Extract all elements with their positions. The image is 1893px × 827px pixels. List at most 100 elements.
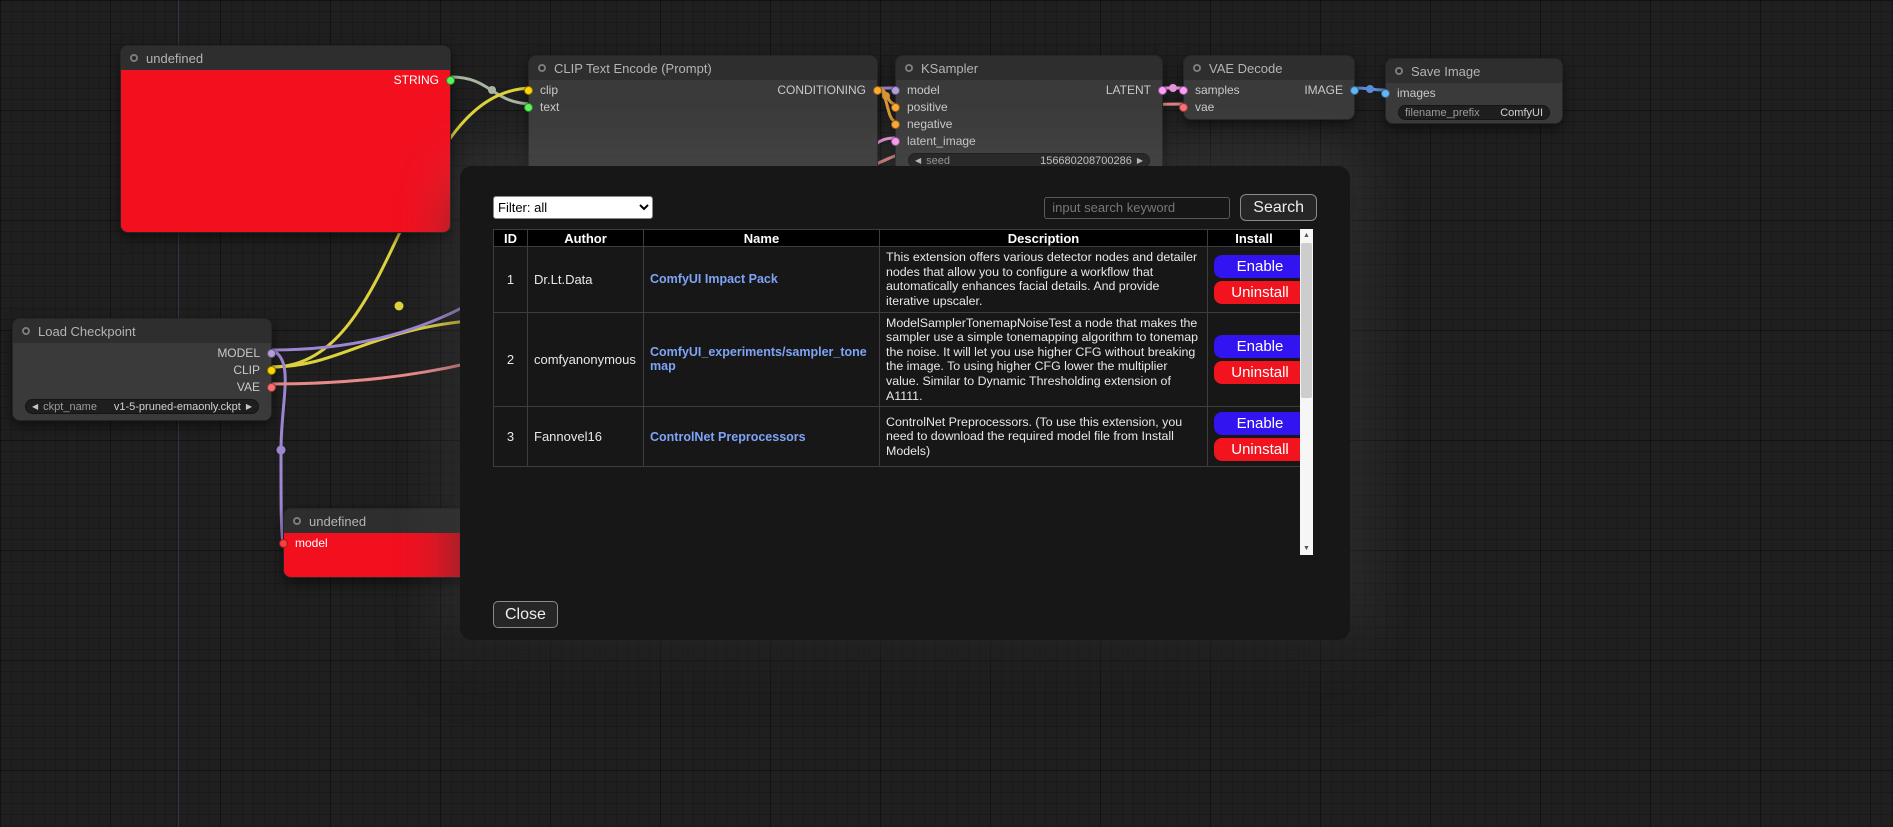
node-title: undefined xyxy=(146,51,203,66)
cell-description: ModelSamplerTonemapNoiseTest a node that… xyxy=(880,312,1208,407)
output-label-image: IMAGE xyxy=(1304,82,1343,99)
input-slot-positive[interactable] xyxy=(891,103,900,112)
widget-name: seed xyxy=(926,155,950,167)
node-undefined-top[interactable]: undefined STRING xyxy=(120,45,451,233)
widget-value: v1-5-pruned-emaonly.ckpt xyxy=(102,401,241,413)
enable-button[interactable]: Enable xyxy=(1214,255,1306,278)
node-title: CLIP Text Encode (Prompt) xyxy=(554,61,712,76)
output-slot-latent[interactable] xyxy=(1158,86,1167,95)
node-save-image[interactable]: Save Image images filename_prefix ComfyU… xyxy=(1385,58,1563,124)
scrollbar-thumb[interactable] xyxy=(1301,243,1312,398)
output-slot-conditioning[interactable] xyxy=(873,86,882,95)
scrollbar[interactable]: ▲ ▼ xyxy=(1300,229,1313,555)
output-label-vae: VAE xyxy=(237,379,260,396)
node-load-checkpoint[interactable]: Load Checkpoint MODEL CLIP VAE ◀ ckpt_na… xyxy=(12,318,272,421)
input-slot-model[interactable] xyxy=(891,86,900,95)
output-label-model: MODEL xyxy=(217,345,260,362)
input-label-text: text xyxy=(540,99,559,116)
cell-id: 1 xyxy=(494,247,528,313)
widget-name: ckpt_name xyxy=(43,401,97,413)
output-slot-clip[interactable] xyxy=(267,366,276,375)
extension-link[interactable]: ComfyUI_experiments/sampler_tonemap xyxy=(644,312,880,407)
node-title-bar[interactable]: CLIP Text Encode (Prompt) xyxy=(529,56,877,80)
node-title-bar[interactable]: KSampler xyxy=(896,56,1162,80)
output-label-clip: CLIP xyxy=(233,362,260,379)
collapse-dot-icon[interactable] xyxy=(22,327,30,335)
node-body: samples IMAGE vae xyxy=(1184,80,1354,119)
output-slot-model[interactable] xyxy=(267,349,276,358)
node-title-bar[interactable]: undefined xyxy=(121,46,450,70)
collapse-dot-icon[interactable] xyxy=(538,64,546,72)
extension-link[interactable]: ComfyUI Impact Pack xyxy=(644,247,880,313)
node-title-bar[interactable]: Save Image xyxy=(1386,59,1562,83)
input-slot-images[interactable] xyxy=(1381,89,1390,98)
output-slot-string[interactable] xyxy=(446,76,455,85)
input-slot-clip[interactable] xyxy=(524,86,533,95)
node-undefined-bottom[interactable]: undefined model xyxy=(283,508,473,578)
input-slot-samples[interactable] xyxy=(1179,86,1188,95)
search-button[interactable]: Search xyxy=(1240,194,1317,221)
collapse-dot-icon[interactable] xyxy=(1395,67,1403,75)
ckpt-name-widget[interactable]: ◀ ckpt_name v1-5-pruned-emaonly.ckpt ▶ xyxy=(25,399,259,414)
node-title-bar[interactable]: undefined xyxy=(284,509,472,533)
cell-author: comfyanonymous xyxy=(528,312,644,407)
collapse-dot-icon[interactable] xyxy=(905,64,913,72)
collapse-dot-icon[interactable] xyxy=(130,54,138,62)
close-button[interactable]: Close xyxy=(493,601,558,628)
extensions-table: ID Author Name Description Install 1 Dr.… xyxy=(493,229,1301,467)
scroll-up-icon[interactable]: ▲ xyxy=(1300,229,1313,242)
node-title-bar[interactable]: Load Checkpoint xyxy=(13,319,271,343)
node-title: Save Image xyxy=(1411,64,1480,79)
output-slot-image[interactable] xyxy=(1350,86,1359,95)
input-label-model: model xyxy=(295,535,328,552)
header-id: ID xyxy=(494,230,528,247)
input-slot-latent-image[interactable] xyxy=(891,137,900,146)
header-description: Description xyxy=(880,230,1208,247)
enable-button[interactable]: Enable xyxy=(1214,412,1306,435)
input-label-negative: negative xyxy=(907,116,952,133)
cell-install: Enable Uninstall xyxy=(1208,312,1301,407)
link-dot xyxy=(1366,85,1374,93)
next-arrow-icon[interactable]: ▶ xyxy=(246,399,252,414)
extension-link[interactable]: ControlNet Preprocessors xyxy=(644,407,880,467)
node-title-bar[interactable]: VAE Decode xyxy=(1184,56,1354,80)
uninstall-button[interactable]: Uninstall xyxy=(1214,281,1306,304)
cell-install: Enable Uninstall xyxy=(1208,247,1301,313)
output-label-latent: LATENT xyxy=(1106,82,1151,99)
node-title: KSampler xyxy=(921,61,978,76)
node-ksampler[interactable]: KSampler model LATENT positive negative … xyxy=(895,55,1163,172)
node-vae-decode[interactable]: VAE Decode samples IMAGE vae xyxy=(1183,55,1355,120)
enable-button[interactable]: Enable xyxy=(1214,335,1306,358)
filter-select[interactable]: Filter: all xyxy=(493,196,653,219)
input-slot-negative[interactable] xyxy=(891,120,900,129)
table-row: 1 Dr.Lt.Data ComfyUI Impact Pack This ex… xyxy=(494,247,1301,313)
scroll-down-icon[interactable]: ▼ xyxy=(1300,542,1313,555)
widget-value: 156680208700286 xyxy=(955,155,1132,167)
link-dot xyxy=(1169,84,1177,92)
uninstall-button[interactable]: Uninstall xyxy=(1214,438,1306,461)
uninstall-button[interactable]: Uninstall xyxy=(1214,361,1306,384)
output-label-string: STRING xyxy=(394,72,439,89)
cell-id: 3 xyxy=(494,407,528,467)
collapse-dot-icon[interactable] xyxy=(1193,64,1201,72)
widget-value: ComfyUI xyxy=(1485,107,1543,119)
output-slot-vae[interactable] xyxy=(267,383,276,392)
input-label-positive: positive xyxy=(907,99,948,116)
link-dot xyxy=(488,86,496,94)
table-header-row: ID Author Name Description Install xyxy=(494,230,1301,247)
cell-author: Fannovel16 xyxy=(528,407,644,467)
search-input[interactable] xyxy=(1044,197,1230,219)
extensions-table-container: ID Author Name Description Install 1 Dr.… xyxy=(493,229,1313,555)
header-name: Name xyxy=(644,230,880,247)
cell-description: ControlNet Preprocessors. (To use this e… xyxy=(880,407,1208,467)
input-slot-model[interactable] xyxy=(279,539,288,548)
node-body: images filename_prefix ComfyUI xyxy=(1386,83,1562,123)
filename-prefix-widget[interactable]: filename_prefix ComfyUI xyxy=(1398,105,1550,120)
node-body-error: model xyxy=(284,533,472,577)
collapse-dot-icon[interactable] xyxy=(293,517,301,525)
cell-description: This extension offers various detector n… xyxy=(880,247,1208,313)
prev-arrow-icon[interactable]: ◀ xyxy=(32,399,38,414)
input-slot-text[interactable] xyxy=(524,103,533,112)
input-slot-vae[interactable] xyxy=(1179,103,1188,112)
node-body: MODEL CLIP VAE ◀ ckpt_name v1-5-pruned-e… xyxy=(13,343,271,420)
